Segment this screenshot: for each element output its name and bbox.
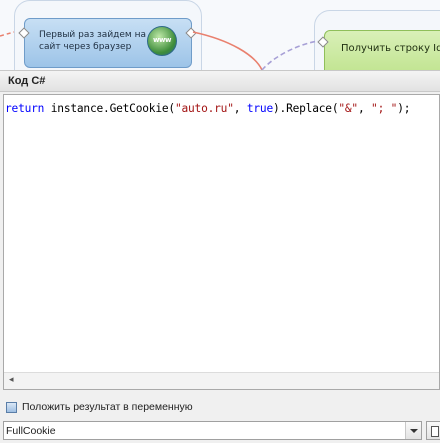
- string-literal: "; ": [371, 102, 398, 115]
- keyword-true: true: [246, 102, 273, 115]
- keyword-return: return: [5, 102, 45, 115]
- connection-links: [0, 31, 319, 70]
- code-token: ).Replace(: [273, 102, 339, 115]
- variable-options-button[interactable]: [426, 421, 440, 440]
- code-editor[interactable]: return instance.GetCookie("auto.ru", tru…: [3, 94, 440, 390]
- dropdown-button[interactable]: [405, 422, 421, 439]
- variable-select-value: FullCookie: [6, 425, 56, 437]
- panel-header: Код C#: [0, 70, 440, 92]
- code-token: ,: [357, 102, 372, 115]
- document-icon: [431, 426, 439, 437]
- scroll-left-icon[interactable]: ◂: [9, 375, 14, 385]
- code-line[interactable]: return instance.GetCookie("auto.ru", tru…: [5, 102, 410, 115]
- panel-title: Код C#: [8, 75, 46, 87]
- string-literal: "&": [338, 102, 358, 115]
- save-result-checkbox[interactable]: [6, 402, 17, 413]
- code-token: ,: [233, 102, 247, 115]
- variable-select[interactable]: FullCookie: [3, 421, 422, 440]
- horizontal-scrollbar[interactable]: ◂: [4, 372, 439, 389]
- code-token: );: [397, 102, 411, 115]
- string-literal: "auto.ru": [174, 102, 234, 115]
- code-token: instance.GetCookie(: [44, 102, 175, 115]
- chevron-down-icon: [410, 429, 418, 433]
- save-result-label: Положить результат в переменную: [22, 401, 193, 413]
- project-diagram[interactable]: Первый раз зайдем на сайт через браузер …: [0, 0, 440, 70]
